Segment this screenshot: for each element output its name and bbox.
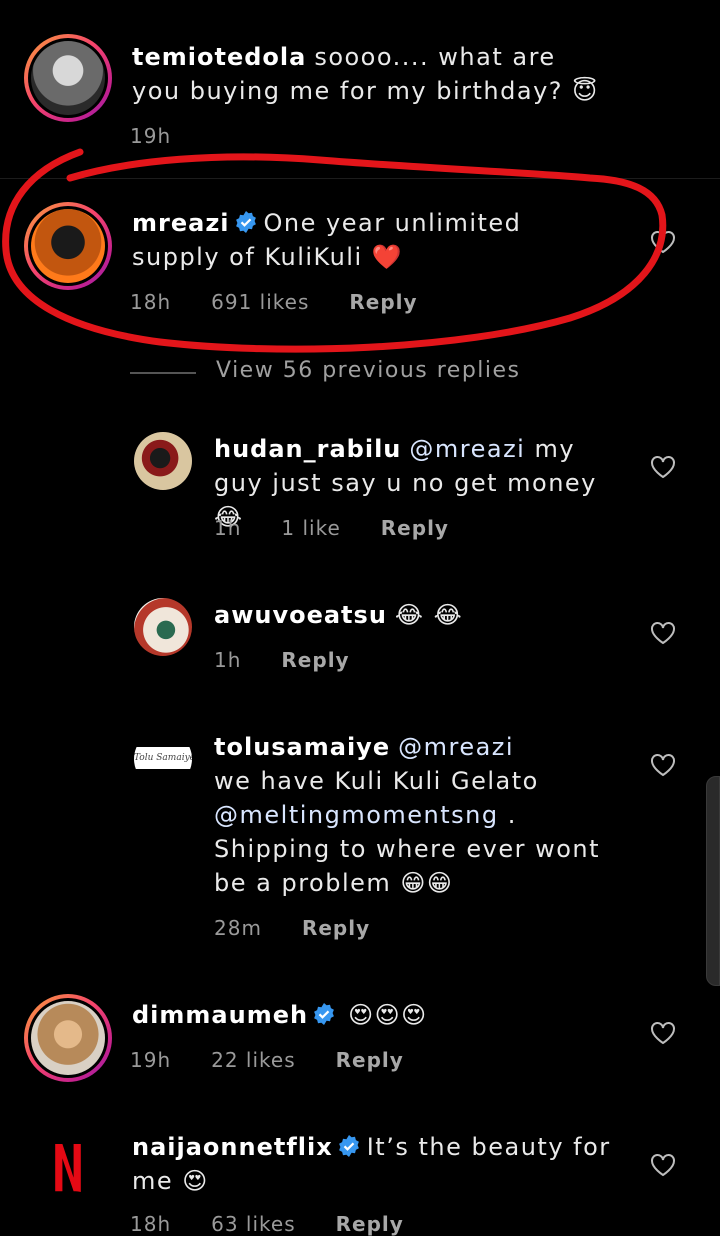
timestamp: 18h <box>130 290 172 314</box>
mention-link[interactable]: @mreazi <box>409 435 525 463</box>
like-heart-icon[interactable] <box>650 753 676 777</box>
timestamp: 1h <box>214 648 242 672</box>
view-previous-replies[interactable]: View 56 previous replies <box>216 358 521 383</box>
comment-meta: 1h 1 like Reply <box>214 516 449 540</box>
mention-link[interactable]: @meltingmomentsng <box>214 801 499 829</box>
username[interactable]: temiotedola <box>132 43 306 71</box>
comment-text: mreazi One year unlimited supply of KuliK… <box>132 206 612 274</box>
netflix-logo-icon <box>55 1144 81 1192</box>
comment-meta: 19h 22 likes Reply <box>130 1048 404 1072</box>
mention-link[interactable]: @mreazi <box>398 733 514 761</box>
avatar-hudan_rabilu[interactable] <box>134 432 192 490</box>
scroll-handle[interactable] <box>706 776 720 986</box>
comment-meta: 18h 63 likes Reply <box>130 1212 404 1236</box>
like-heart-icon[interactable] <box>650 1021 676 1045</box>
comment-body: 😂 😂 <box>394 601 464 629</box>
timestamp: 19h <box>130 124 172 148</box>
comment-text: temiotedola soooo.... what are you buying… <box>132 40 612 108</box>
timestamp: 1h <box>214 516 242 540</box>
comment-text: naijaonnetflix It’s the beauty for me 😍 <box>132 1130 612 1198</box>
comment-meta: 1h Reply <box>214 648 350 672</box>
like-count[interactable]: 63 likes <box>211 1212 296 1236</box>
timestamp: 18h <box>130 1212 172 1236</box>
like-heart-icon[interactable] <box>650 621 676 645</box>
like-heart-icon[interactable] <box>650 1153 676 1177</box>
comment-body: 😍😍😍 <box>348 1001 428 1029</box>
comment-meta: 28m Reply <box>214 916 370 940</box>
like-heart-icon[interactable] <box>650 230 676 254</box>
comment-meta: 18h 691 likes Reply <box>130 290 418 314</box>
avatar-temiotedola[interactable] <box>24 34 112 122</box>
avatar-awuvoeatsu[interactable] <box>134 598 192 656</box>
like-count[interactable]: 22 likes <box>211 1048 296 1072</box>
avatar-dimmaumeh[interactable] <box>24 994 112 1082</box>
username[interactable]: tolusamaiye <box>214 733 390 761</box>
timestamp: 19h <box>130 1048 172 1072</box>
comment-body-line: we have Kuli Kuli Gelato <box>214 767 539 795</box>
username[interactable]: mreazi <box>132 209 230 237</box>
comment-meta: 19h <box>130 124 171 148</box>
avatar-logo-text: Tolu Samaiye <box>134 747 192 769</box>
verified-badge-icon <box>235 211 256 233</box>
separator <box>0 178 720 179</box>
username[interactable]: awuvoeatsu <box>214 601 387 629</box>
username[interactable]: dimmaumeh <box>132 1001 308 1029</box>
like-heart-icon[interactable] <box>650 455 676 479</box>
verified-badge-icon <box>338 1135 359 1157</box>
reply-button[interactable]: Reply <box>336 1212 404 1236</box>
avatar-tolusamaiye[interactable]: Tolu Samaiye <box>134 730 192 788</box>
avatar-mreazi[interactable] <box>24 202 112 290</box>
replies-divider <box>130 372 196 374</box>
timestamp: 28m <box>214 916 262 940</box>
reply-button[interactable]: Reply <box>302 916 370 940</box>
verified-badge-icon <box>314 1003 334 1025</box>
comment-text: awuvoeatsu 😂 😂 <box>214 598 614 632</box>
avatar-naijaonnetflix[interactable] <box>24 1124 112 1212</box>
username[interactable]: naijaonnetflix <box>132 1133 333 1161</box>
comment-text: dimmaumeh 😍😍😍 <box>132 998 612 1032</box>
username[interactable]: hudan_rabilu <box>214 435 401 463</box>
reply-button[interactable]: Reply <box>281 648 349 672</box>
like-count[interactable]: 691 likes <box>211 290 309 314</box>
reply-button[interactable]: Reply <box>381 516 449 540</box>
like-count[interactable]: 1 like <box>281 516 340 540</box>
reply-button[interactable]: Reply <box>336 1048 404 1072</box>
comment-text: tolusamaiye @mreazi we have Kuli Kuli Gel… <box>214 730 614 900</box>
reply-button[interactable]: Reply <box>349 290 417 314</box>
